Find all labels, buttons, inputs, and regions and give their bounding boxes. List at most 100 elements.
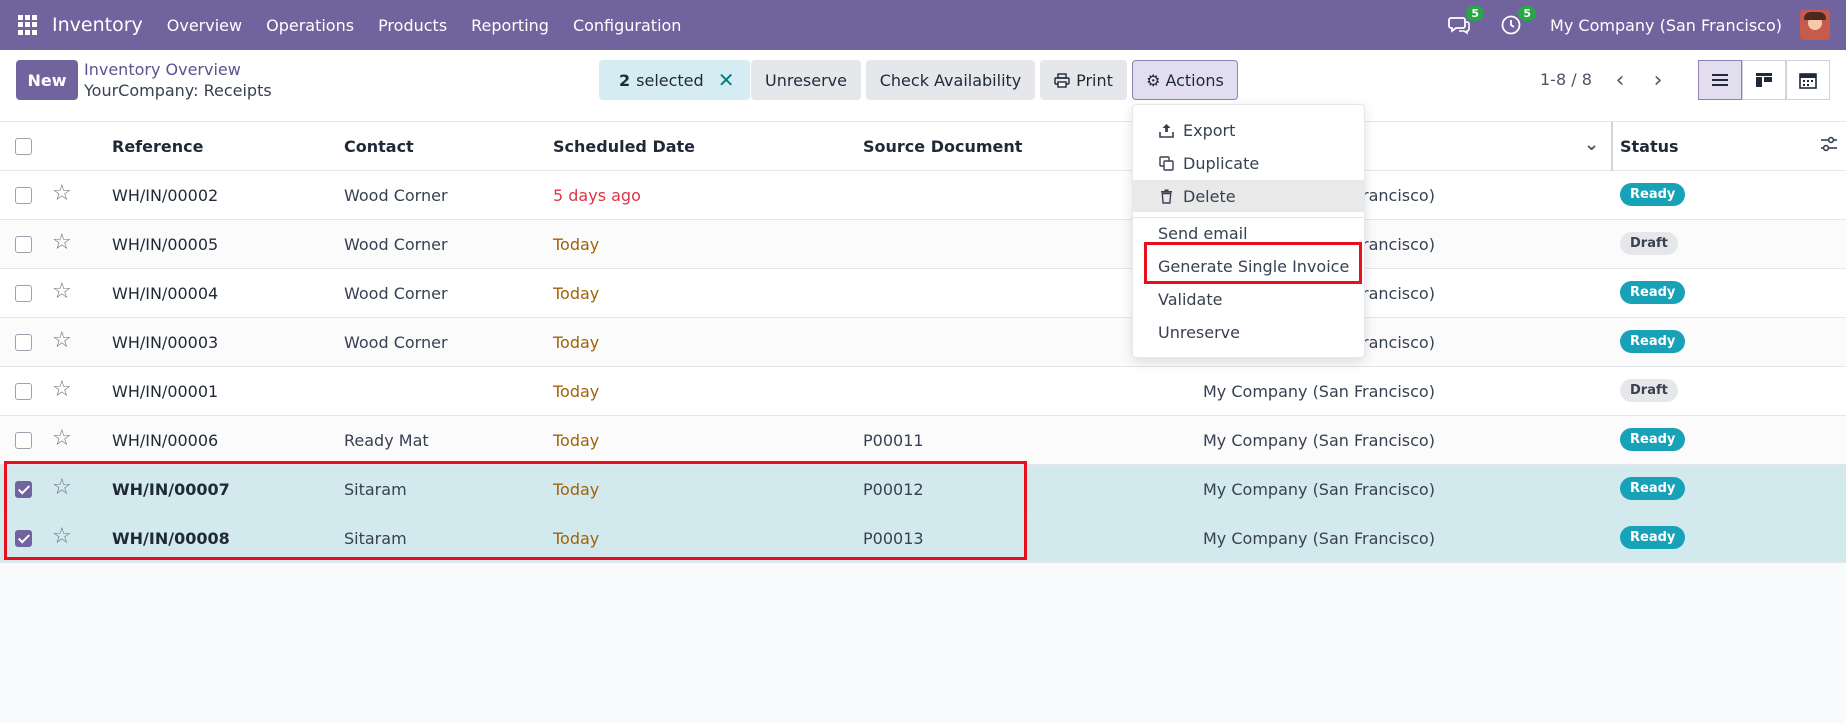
row-source-document: P00012 [863,480,924,499]
row-source-document: P00013 [863,529,924,548]
star-icon[interactable]: ☆ [52,379,72,401]
row-contact: Ready Mat [344,431,429,450]
status-badge: Ready [1620,428,1686,451]
table-row[interactable]: ☆ WH/IN/00007 Sitaram Today P00012 My Co… [0,465,1846,514]
column-source-document[interactable]: Source Document [863,137,1022,156]
app-brand[interactable]: Inventory [52,14,143,36]
selection-indicator: 2 selected ✕ [599,60,751,100]
breadcrumb-inventory-overview[interactable]: Inventory Overview [84,59,272,80]
user-avatar[interactable] [1800,10,1830,40]
row-contact: Wood Corner [344,235,448,254]
clear-selection-icon[interactable]: ✕ [718,68,735,92]
menu-item-unreserve[interactable]: Unreserve [1133,316,1364,348]
kanban-view-icon[interactable] [1742,60,1786,100]
row-reference: WH/IN/00004 [112,284,219,303]
upload-icon [1158,123,1175,138]
column-scheduled-date[interactable]: Scheduled Date [553,137,695,156]
row-contact: Wood Corner [344,284,448,303]
unreserve-button[interactable]: Unreserve [751,60,861,100]
row-checkbox[interactable] [15,383,32,400]
row-checkbox[interactable] [15,432,32,449]
row-checkbox[interactable] [15,530,32,547]
menu-item-duplicate-label: Duplicate [1183,153,1260,173]
selected-count: 2 [619,70,631,90]
table-row[interactable]: ☆ WH/IN/00008 Sitaram Today P00013 My Co… [0,514,1846,563]
status-badge: Draft [1620,232,1678,255]
status-badge: Ready [1620,330,1686,353]
pager-next-icon[interactable]: › [1639,60,1677,100]
star-icon[interactable]: ☆ [52,526,72,548]
row-reference: WH/IN/00008 [112,529,230,548]
messages-badge: 5 [1466,6,1485,21]
optional-columns-toggle-icon[interactable] [1820,136,1838,156]
column-reference[interactable]: Reference [112,137,203,156]
menu-products[interactable]: Products [378,16,447,35]
star-icon[interactable]: ☆ [52,428,72,450]
actions-dropdown-menu: Export Duplicate Delete Send email Gener… [1132,104,1365,358]
status-badge: Ready [1620,477,1686,500]
menu-item-export[interactable]: Export [1133,114,1364,146]
activity-clock-icon[interactable]: 5 [1498,6,1537,38]
star-icon[interactable]: ☆ [52,330,72,352]
row-company: My Company (San Francisco) [1203,431,1435,450]
row-scheduled-date: Today [553,529,600,548]
new-button[interactable]: New [16,60,78,100]
print-button[interactable]: Print [1040,60,1127,100]
calendar-view-icon[interactable] [1786,60,1830,100]
status-badge: Ready [1620,183,1686,206]
table-row[interactable]: ☆ WH/IN/00005 Wood Corner Today My Compa… [0,220,1846,269]
menu-reporting[interactable]: Reporting [471,16,549,35]
select-all-checkbox[interactable] [15,138,32,155]
list-view-icon[interactable] [1698,60,1742,100]
row-checkbox[interactable] [15,285,32,302]
column-status[interactable]: Status [1620,137,1679,156]
menu-item-delete-label: Delete [1183,186,1236,206]
column-contact[interactable]: Contact [344,137,414,156]
status-badge: Ready [1620,281,1686,304]
row-scheduled-date: Today [553,333,600,352]
row-scheduled-date: Today [553,382,600,401]
table-row[interactable]: ☆ WH/IN/00006 Ready Mat Today P00011 My … [0,416,1846,465]
status-badge: Ready [1620,526,1686,549]
breadcrumb: Inventory Overview YourCompany: Receipts [84,59,272,101]
menu-item-duplicate[interactable]: Duplicate [1133,147,1364,179]
company-switcher[interactable]: My Company (San Francisco) [1550,16,1782,35]
column-chevron-down-icon[interactable]: ⌄ [1584,134,1599,155]
messages-icon[interactable]: 5 [1446,6,1485,38]
trash-icon [1158,189,1175,204]
star-icon[interactable]: ☆ [52,281,72,303]
table-row[interactable]: ☆ WH/IN/00002 Wood Corner 5 days ago My … [0,171,1846,220]
actions-button[interactable]: ⚙ Actions [1132,60,1238,100]
gear-icon: ⚙ [1146,70,1161,90]
menu-item-send-email[interactable]: Send email [1133,217,1364,249]
star-icon[interactable]: ☆ [52,477,72,499]
menu-item-generate-single-invoice[interactable]: Generate Single Invoice [1133,250,1364,282]
menu-item-delete[interactable]: Delete [1133,180,1364,212]
star-icon[interactable]: ☆ [52,232,72,254]
row-checkbox[interactable] [15,236,32,253]
top-navbar: Inventory Overview Operations Products R… [0,0,1846,50]
copy-icon [1158,155,1175,171]
row-company: My Company (San Francisco) [1203,480,1435,499]
row-company: My Company (San Francisco) [1203,382,1435,401]
table-row[interactable]: ☆ WH/IN/00001 Today My Company (San Fran… [0,367,1846,416]
actions-label: Actions [1165,70,1224,90]
row-source-document: P00011 [863,431,924,450]
row-checkbox[interactable] [15,334,32,351]
row-checkbox[interactable] [15,187,32,204]
pager-value[interactable]: 1-8 / 8 [1540,70,1592,89]
selected-label: selected [636,70,704,90]
apps-menu-icon[interactable] [18,15,38,35]
table-row[interactable]: ☆ WH/IN/00003 Wood Corner Today My Compa… [0,318,1846,367]
menu-configuration[interactable]: Configuration [573,16,682,35]
menu-item-validate[interactable]: Validate [1133,283,1364,315]
check-availability-button[interactable]: Check Availability [866,60,1035,100]
row-scheduled-date: Today [553,284,600,303]
row-checkbox[interactable] [15,481,32,498]
menu-operations[interactable]: Operations [266,16,354,35]
pager-previous-icon[interactable]: ‹ [1601,60,1639,100]
menu-overview[interactable]: Overview [167,16,242,35]
row-scheduled-date: Today [553,480,600,499]
star-icon[interactable]: ☆ [52,183,72,205]
table-row[interactable]: ☆ WH/IN/00004 Wood Corner Today My Compa… [0,269,1846,318]
